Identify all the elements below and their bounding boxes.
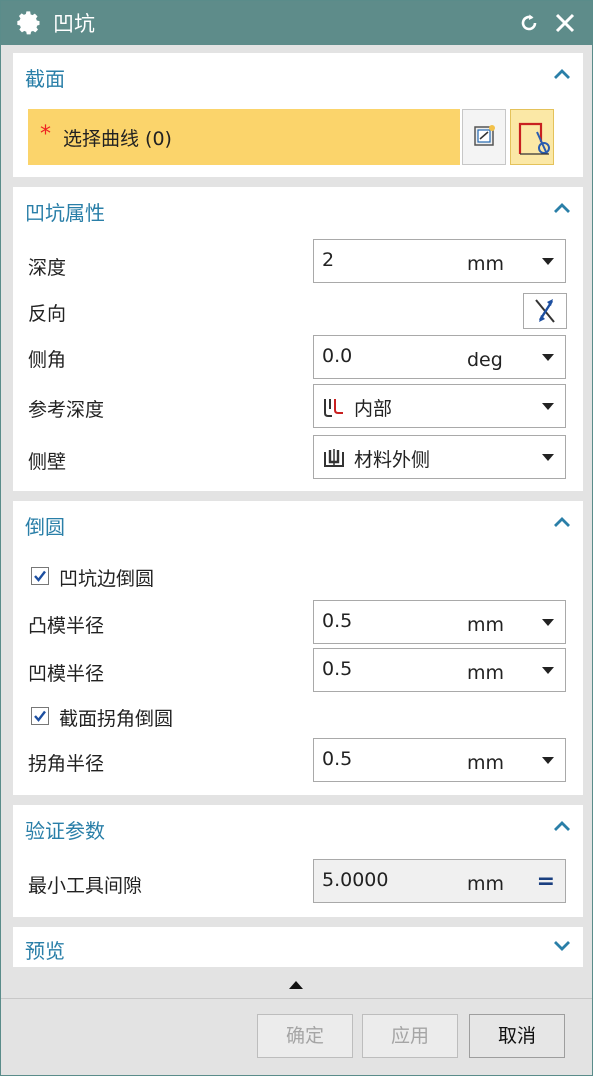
apply-button[interactable]: 应用	[362, 1014, 458, 1058]
die-radius-unit: mm	[467, 662, 505, 684]
preview-title: 预览	[25, 939, 65, 963]
side-angle-value[interactable]: 0.0	[322, 345, 352, 367]
section-corner-round-label: 截面拐角倒圆	[59, 708, 174, 730]
window-title: 凹坑	[53, 12, 95, 36]
corner-radius-unit: mm	[467, 752, 505, 774]
depth-field[interactable]: 2 mm	[313, 239, 566, 283]
dimple-dialog: 凹坑 截面 * 选择曲线 (0) 凹坑属性 深度 2 mm 反向 侧角 0.0 …	[0, 0, 593, 1076]
sketch-section-button[interactable]	[462, 109, 506, 165]
checkmark-icon	[34, 710, 46, 722]
material-outside-icon	[324, 449, 344, 467]
required-mark: *	[40, 122, 51, 147]
validate-title: 验证参数	[25, 819, 105, 843]
rounding-header[interactable]: 倒圆	[13, 501, 583, 545]
side-angle-field[interactable]: 0.0 deg	[313, 335, 566, 379]
dropdown-arrow-icon[interactable]	[542, 354, 554, 361]
formula-equals-icon[interactable]: =	[537, 869, 555, 894]
depth-label: 深度	[28, 257, 67, 279]
corner-radius-label: 拐角半径	[28, 753, 105, 775]
select-curve-bar[interactable]: * 选择曲线 (0)	[28, 109, 460, 165]
section-title: 截面	[25, 67, 65, 91]
punch-radius-label: 凸模半径	[28, 615, 105, 637]
chevron-up-icon[interactable]	[551, 197, 573, 219]
reference-depth-value: 内部	[354, 398, 393, 420]
punch-radius-field[interactable]: 0.5 mm	[313, 600, 566, 644]
footer-divider	[1, 998, 592, 999]
dropdown-arrow-icon[interactable]	[542, 258, 554, 265]
punch-radius-value[interactable]: 0.5	[322, 610, 352, 632]
dimple-properties-title: 凹坑属性	[25, 201, 105, 225]
depth-unit: mm	[467, 253, 505, 275]
chevron-up-icon[interactable]	[551, 815, 573, 837]
dropdown-arrow-icon[interactable]	[542, 619, 554, 626]
depth-value[interactable]: 2	[322, 249, 334, 271]
side-wall-select[interactable]: 材料外侧	[313, 435, 566, 479]
validate-header[interactable]: 验证参数	[13, 805, 583, 849]
checkmark-icon	[34, 570, 46, 582]
section-header[interactable]: 截面	[13, 53, 583, 97]
corner-radius-field[interactable]: 0.5 mm	[313, 738, 566, 782]
chevron-down-icon[interactable]	[551, 935, 573, 957]
dropdown-arrow-icon[interactable]	[542, 403, 554, 410]
die-radius-field[interactable]: 0.5 mm	[313, 648, 566, 692]
collapse-arrow-icon[interactable]	[289, 981, 303, 989]
side-wall-label: 侧壁	[28, 451, 67, 473]
dropdown-arrow-icon[interactable]	[542, 667, 554, 674]
rounding-title: 倒圆	[25, 515, 65, 539]
sketch-icon	[474, 125, 495, 146]
title-bar: 凹坑	[1, 1, 592, 45]
side-angle-label: 侧角	[28, 349, 67, 371]
die-radius-label: 凹模半径	[28, 663, 105, 685]
dimple-edge-round-label: 凹坑边倒圆	[59, 568, 155, 590]
curve-icon	[518, 122, 550, 155]
dimple-edge-round-checkbox[interactable]	[31, 567, 49, 585]
min-tool-clearance-unit: mm	[467, 873, 505, 895]
reverse-direction-icon	[535, 299, 555, 323]
section-corner-round-checkbox[interactable]	[31, 707, 49, 725]
ok-button[interactable]: 确定	[257, 1014, 353, 1058]
reference-depth-label: 参考深度	[28, 399, 105, 421]
inner-depth-icon	[324, 399, 343, 417]
reverse-direction-button[interactable]	[523, 293, 567, 329]
side-angle-unit: deg	[467, 349, 503, 371]
min-tool-clearance-label: 最小工具间隙	[28, 875, 143, 897]
die-radius-value[interactable]: 0.5	[322, 658, 352, 680]
reference-depth-select[interactable]: 内部	[313, 384, 566, 428]
punch-radius-unit: mm	[467, 614, 505, 636]
chevron-up-icon[interactable]	[551, 63, 573, 85]
dimple-properties-header[interactable]: 凹坑属性	[13, 187, 583, 231]
cancel-button[interactable]: 取消	[469, 1014, 565, 1058]
rounding-panel: 倒圆 凹坑边倒圆 凸模半径 0.5 mm 凹模半径 0.5 mm 截面拐角倒圆 …	[13, 501, 583, 795]
validate-panel: 验证参数 最小工具间隙 5.0000 mm =	[13, 805, 583, 917]
reverse-label: 反向	[28, 303, 67, 325]
min-tool-clearance-value[interactable]: 5.0000	[322, 869, 388, 891]
curve-rule-button[interactable]	[510, 109, 554, 165]
close-icon[interactable]	[553, 11, 577, 35]
preview-header[interactable]: 预览	[13, 927, 583, 967]
preview-panel: 预览	[13, 927, 583, 967]
section-panel: 截面 * 选择曲线 (0)	[13, 53, 583, 177]
select-curve-label: 选择曲线 (0)	[63, 128, 172, 150]
dropdown-arrow-icon[interactable]	[542, 454, 554, 461]
dropdown-arrow-icon[interactable]	[542, 757, 554, 764]
min-tool-clearance-field[interactable]: 5.0000 mm =	[313, 859, 566, 903]
gear-icon[interactable]	[15, 9, 43, 37]
dimple-properties-panel: 凹坑属性 深度 2 mm 反向 侧角 0.0 deg 参考深度 内部 侧壁 材料…	[13, 187, 583, 491]
side-wall-value: 材料外侧	[354, 449, 431, 471]
reset-icon[interactable]	[517, 11, 541, 35]
corner-radius-value[interactable]: 0.5	[322, 748, 352, 770]
chevron-up-icon[interactable]	[551, 511, 573, 533]
